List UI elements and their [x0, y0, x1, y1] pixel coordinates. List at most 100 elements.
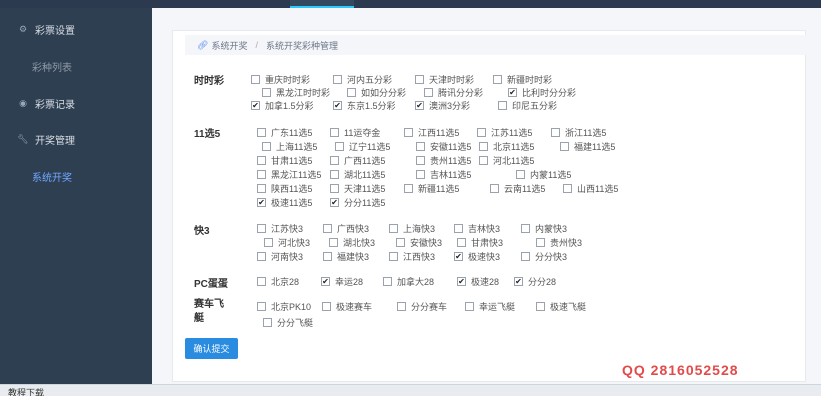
checkbox-pk-3[interactable]: 幸运飞艇: [465, 300, 515, 313]
checkbox-checked-icon[interactable]: ✔: [514, 277, 523, 286]
checkbox-unchecked-icon[interactable]: [465, 302, 474, 311]
checkbox-k3-8[interactable]: 甘肃快3: [457, 236, 503, 249]
checkbox-unchecked-icon[interactable]: [383, 277, 392, 286]
checkbox-checked-icon[interactable]: ✔: [330, 198, 339, 207]
checkbox-x11-22[interactable]: 山西11选5: [563, 182, 618, 195]
checkbox-unchecked-icon[interactable]: [262, 142, 271, 151]
checkbox-unchecked-icon[interactable]: [536, 238, 545, 247]
checkbox-unchecked-icon[interactable]: [454, 224, 463, 233]
checkbox-k3-7[interactable]: 安徽快3: [396, 236, 442, 249]
checkbox-pk-5[interactable]: 分分飞艇: [263, 316, 313, 329]
checkbox-x11-1[interactable]: 11运夺金: [330, 126, 380, 139]
checkbox-pc-4[interactable]: ✔ 分分28: [514, 275, 556, 288]
checkbox-k3-3[interactable]: 吉林快3: [454, 222, 500, 235]
checkbox-unchecked-icon[interactable]: [490, 184, 499, 193]
checkbox-ssc-6[interactable]: 腾讯分分彩: [424, 86, 483, 99]
checkbox-x11-3[interactable]: 江苏11选5: [477, 126, 532, 139]
checkbox-unchecked-icon[interactable]: [404, 184, 413, 193]
checkbox-ssc-11[interactable]: 印尼五分彩: [498, 99, 557, 112]
checkbox-unchecked-icon[interactable]: [322, 302, 331, 311]
checkbox-unchecked-icon[interactable]: [264, 238, 273, 247]
checkbox-x11-23[interactable]: ✔ 极速11选5: [257, 196, 312, 209]
checkbox-x11-2[interactable]: 江西11选5: [404, 126, 459, 139]
checkbox-pk-0[interactable]: 北京PK10: [257, 300, 311, 313]
checkbox-k3-6[interactable]: 湖北快3: [329, 236, 375, 249]
checkbox-unchecked-icon[interactable]: [257, 252, 266, 261]
checkbox-k3-4[interactable]: 内蒙快3: [521, 222, 567, 235]
checkbox-unchecked-icon[interactable]: [536, 302, 545, 311]
checkbox-ssc-9[interactable]: ✔ 东京1.5分彩: [333, 99, 396, 112]
checkbox-ssc-1[interactable]: 河内五分彩: [333, 73, 392, 86]
checkbox-checked-icon[interactable]: ✔: [333, 101, 342, 110]
checkbox-unchecked-icon[interactable]: [323, 252, 332, 261]
checkbox-unchecked-icon[interactable]: [257, 224, 266, 233]
checkbox-x11-11[interactable]: 广西11选5: [330, 154, 385, 167]
checkbox-x11-6[interactable]: 辽宁11选5: [335, 140, 390, 153]
checkbox-unchecked-icon[interactable]: [560, 142, 569, 151]
checkbox-unchecked-icon[interactable]: [498, 101, 507, 110]
checkbox-unchecked-icon[interactable]: [516, 170, 525, 179]
checkbox-x11-15[interactable]: 湖北11选5: [330, 168, 385, 181]
checkbox-x11-10[interactable]: 甘肃11选5: [257, 154, 312, 167]
sidebar-item-system-draw[interactable]: 系统开奖: [0, 158, 152, 194]
checkbox-unchecked-icon[interactable]: [416, 170, 425, 179]
checkbox-unchecked-icon[interactable]: [493, 75, 502, 84]
checkbox-unchecked-icon[interactable]: [424, 88, 433, 97]
checkbox-checked-icon[interactable]: ✔: [257, 198, 266, 207]
sidebar-item-lottery-settings[interactable]: ⚙ 彩票设置: [0, 11, 152, 47]
checkbox-pc-0[interactable]: 北京28: [257, 275, 299, 288]
checkbox-unchecked-icon[interactable]: [479, 142, 488, 151]
checkbox-ssc-5[interactable]: 如如分分彩: [347, 86, 406, 99]
checkbox-checked-icon[interactable]: ✔: [251, 101, 260, 110]
checkbox-x11-8[interactable]: 北京11选5: [479, 140, 534, 153]
checkbox-unchecked-icon[interactable]: [551, 128, 560, 137]
checkbox-unchecked-icon[interactable]: [257, 302, 266, 311]
checkbox-x11-0[interactable]: 广东11选5: [257, 126, 312, 139]
sidebar-item-lottery-records[interactable]: ◉ 彩票记录: [0, 85, 152, 121]
checkbox-pc-2[interactable]: 加拿大28: [383, 275, 434, 288]
submit-button[interactable]: 确认提交: [185, 338, 238, 359]
checkbox-unchecked-icon[interactable]: [257, 277, 266, 286]
checkbox-unchecked-icon[interactable]: [477, 128, 486, 137]
checkbox-k3-10[interactable]: 河南快3: [257, 250, 303, 263]
checkbox-unchecked-icon[interactable]: [397, 302, 406, 311]
checkbox-pk-2[interactable]: 分分赛车: [397, 300, 447, 313]
checkbox-x11-4[interactable]: 浙江11选5: [551, 126, 606, 139]
checkbox-k3-5[interactable]: 河北快3: [264, 236, 310, 249]
top-nav-active-tab[interactable]: [290, 0, 354, 8]
checkbox-ssc-4[interactable]: 黑龙江时时彩: [262, 86, 330, 99]
checkbox-ssc-7[interactable]: ✔ 比利时分分彩: [508, 86, 576, 99]
sidebar-item-lottery-list[interactable]: 彩种列表: [0, 48, 152, 84]
checkbox-checked-icon[interactable]: ✔: [321, 277, 330, 286]
checkbox-unchecked-icon[interactable]: [330, 184, 339, 193]
checkbox-unchecked-icon[interactable]: [330, 128, 339, 137]
checkbox-unchecked-icon[interactable]: [404, 128, 413, 137]
checkbox-unchecked-icon[interactable]: [330, 156, 339, 165]
checkbox-unchecked-icon[interactable]: [415, 75, 424, 84]
checkbox-unchecked-icon[interactable]: [257, 170, 266, 179]
checkbox-unchecked-icon[interactable]: [521, 224, 530, 233]
checkbox-unchecked-icon[interactable]: [335, 142, 344, 151]
checkbox-k3-0[interactable]: 江苏快3: [257, 222, 303, 235]
checkbox-unchecked-icon[interactable]: [257, 156, 266, 165]
checkbox-unchecked-icon[interactable]: [323, 224, 332, 233]
checkbox-unchecked-icon[interactable]: [563, 184, 572, 193]
checkbox-ssc-10[interactable]: ✔ 澳洲3分彩: [415, 99, 470, 112]
checkbox-pk-4[interactable]: 极速飞艇: [536, 300, 586, 313]
checkbox-unchecked-icon[interactable]: [521, 252, 530, 261]
checkbox-checked-icon[interactable]: ✔: [415, 101, 424, 110]
checkbox-unchecked-icon[interactable]: [479, 156, 488, 165]
checkbox-k3-9[interactable]: 贵州快3: [536, 236, 582, 249]
checkbox-k3-11[interactable]: 福建快3: [323, 250, 369, 263]
checkbox-unchecked-icon[interactable]: [347, 88, 356, 97]
checkbox-x11-5[interactable]: 上海11选5: [262, 140, 317, 153]
checkbox-x11-17[interactable]: 内蒙11选5: [516, 168, 571, 181]
checkbox-ssc-8[interactable]: ✔ 加拿1.5分彩: [251, 99, 314, 112]
checkbox-pc-3[interactable]: ✔ 极速28: [457, 275, 499, 288]
checkbox-unchecked-icon[interactable]: [257, 184, 266, 193]
checkbox-x11-16[interactable]: 吉林11选5: [416, 168, 471, 181]
checkbox-unchecked-icon[interactable]: [416, 156, 425, 165]
breadcrumb-parent[interactable]: 系统开奖: [211, 39, 247, 52]
checkbox-k3-13[interactable]: ✔ 极速快3: [454, 250, 500, 263]
checkbox-x11-13[interactable]: 河北11选5: [479, 154, 534, 167]
